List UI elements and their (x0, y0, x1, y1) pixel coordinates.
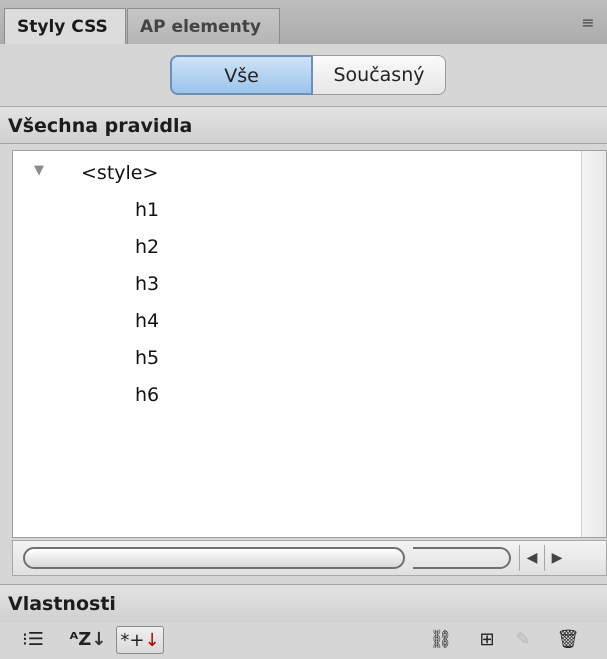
show-set-properties-button[interactable]: *+↓ (116, 626, 164, 654)
category-view-icon[interactable]: ⁝☰ (14, 626, 52, 654)
scrollbar-thumb[interactable] (23, 547, 405, 569)
tree-node-h2[interactable]: h2 (135, 235, 159, 259)
panel-menu-icon[interactable]: ≡ (575, 12, 601, 34)
css-styles-panel: Styly CSS AP elementy ≡ Vše Současný Vše… (0, 0, 607, 659)
tree-node-h4[interactable]: h4 (135, 309, 159, 333)
tree-node-h6[interactable]: h6 (135, 383, 159, 407)
tab-ap-elements[interactable]: AP elementy (127, 8, 280, 44)
properties-header: Vlastnosti (0, 584, 607, 622)
all-rules-header: Všechna pravidla (0, 106, 607, 144)
mode-switcher: Vše Současný (0, 44, 607, 106)
horizontal-scrollbar[interactable]: ◀ ▶ (12, 540, 607, 576)
tab-css-styles[interactable]: Styly CSS (4, 8, 126, 44)
alphabetical-view-button[interactable]: ᴬZ↓ (66, 626, 110, 654)
attach-style-sheet-icon[interactable]: ⛓ (422, 626, 460, 654)
tree-node-h5[interactable]: h5 (135, 346, 159, 370)
edit-rule-icon[interactable]: ✎ (508, 626, 538, 654)
alpha-sort-glyph: ᴬZ (69, 629, 92, 650)
tree-node-h3[interactable]: h3 (135, 272, 159, 296)
panel-tab-bar: Styly CSS AP elementy ≡ (0, 0, 607, 45)
scroll-left-arrow-icon[interactable]: ◀ (519, 545, 544, 571)
delete-rule-icon[interactable]: 🗑 (550, 626, 586, 654)
rules-tree[interactable]: ▼ <style> h1 h2 h3 h4 h5 h6 (12, 150, 607, 538)
scrollbar-track (413, 547, 511, 569)
set-properties-arrow-icon: ↓ (144, 630, 160, 651)
set-properties-glyph: *+ (120, 630, 145, 651)
vertical-scrollbar[interactable] (581, 151, 606, 537)
tree-node-h1[interactable]: h1 (135, 198, 159, 222)
current-mode-button[interactable]: Současný (313, 55, 446, 95)
collapse-triangle-icon[interactable]: ▼ (34, 163, 44, 178)
sort-arrow-icon: ↓ (91, 629, 107, 650)
properties-toolbar: ⁝☰ ᴬZ↓ *+↓ ⛓ ⊞ ✎ 🗑 (0, 622, 607, 659)
scroll-right-arrow-icon[interactable]: ▶ (544, 545, 569, 571)
tree-node-style[interactable]: <style> (81, 161, 158, 185)
new-css-rule-icon[interactable]: ⊞ (470, 626, 504, 654)
all-mode-button[interactable]: Vše (170, 55, 313, 95)
